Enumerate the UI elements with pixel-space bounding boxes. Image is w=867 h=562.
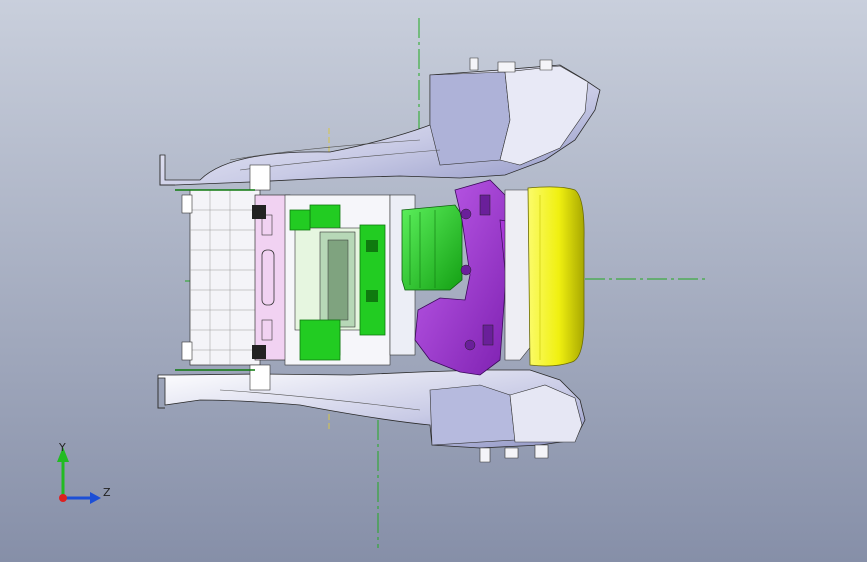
- cad-viewport[interactable]: Y Z: [0, 0, 867, 562]
- x-axis-dot: [59, 494, 67, 502]
- yellow-filter[interactable]: [527, 186, 585, 367]
- triad-y-label: Y: [59, 441, 66, 454]
- green-motor[interactable]: [401, 204, 463, 291]
- triad-z-label: Z: [103, 486, 111, 499]
- viewport-canvas[interactable]: [0, 0, 867, 562]
